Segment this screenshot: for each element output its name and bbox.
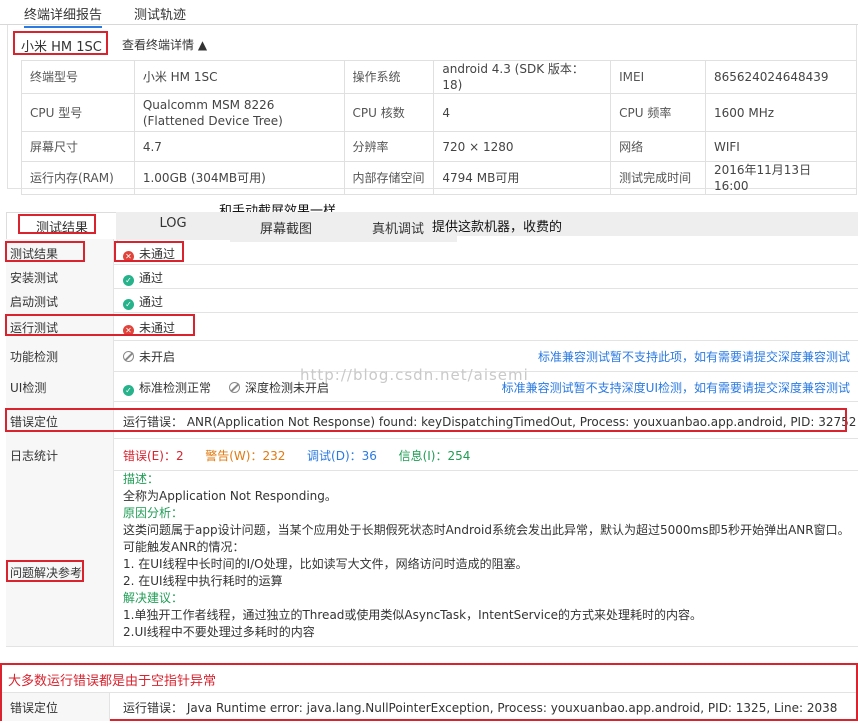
log-debug[interactable]: 调试(D)：36 (307, 449, 377, 463)
spec-key: 测试完成时间 (610, 161, 706, 195)
annotation-highlight (5, 241, 85, 262)
row-label: 功能检测 (6, 340, 114, 371)
watermark: http://blog.csdn.net/aisemi (300, 366, 529, 384)
cause-title: 原因分析： (123, 506, 184, 520)
spec-key: CPU 频率 (610, 93, 706, 132)
device-spec-table: 终端型号 小米 HM 1SC 操作系统 android 4.3 (SDK 版本：… (21, 60, 858, 195)
spec-key: 内部存储空间 (343, 161, 435, 195)
annotation-null-pointer-note: 大多数运行错误都是由于空指针异常 (8, 674, 217, 689)
status-text: 标准检测正常 (139, 381, 212, 395)
device-name: 小米 HM 1SC (13, 31, 108, 55)
desc-text: 全称为Application Not Responding。 (123, 489, 337, 503)
spec-key: 屏幕尺寸 (21, 131, 135, 162)
tab-log[interactable]: LOG (116, 212, 230, 240)
spec-value: WIFI (704, 131, 858, 162)
spec-value: android 4.3 (SDK 版本：18) (433, 60, 612, 94)
annotation-highlight (6, 560, 84, 582)
spec-row: 运行内存(RAM) 1.00GB (304MB可用) 内部存储空间 4794 M… (21, 161, 858, 195)
spec-value: 1600 MHz (704, 93, 858, 132)
check-icon: ✓ (123, 275, 134, 286)
deep-test-link[interactable]: 标准兼容测试暂不支持此项，如有需要请提交深度兼容测试 (538, 348, 850, 365)
status-text: 通过 (139, 295, 164, 309)
spec-value: 720 × 1280 (433, 131, 612, 162)
cause-text: 这类问题属于app设计问题，当某个应用处于长期假死状态时Android系统会发出… (123, 523, 850, 537)
row-label: 安装测试 (6, 264, 114, 288)
spec-row: 终端型号 小米 HM 1SC 操作系统 android 4.3 (SDK 版本：… (21, 60, 858, 94)
solution-text: 描述： 全称为Application Not Responding。 原因分析：… (123, 471, 851, 641)
spec-row: 屏幕尺寸 4.7 分辨率 720 × 1280 网络 WIFI (21, 131, 858, 162)
row-value: ✓ 通过 (123, 293, 163, 310)
row-label: UI检测 (6, 371, 114, 401)
row-value: ✓ 标准检测正常 深度检测未开启 (123, 379, 329, 396)
annotation-highlight (5, 314, 195, 336)
spec-value: 865624024648439 (704, 60, 858, 94)
row-error-location-2: 错误定位 运行错误： Java Runtime error: java.lang… (2, 692, 856, 721)
spec-key: 网络 (610, 131, 706, 162)
disabled-icon (229, 382, 241, 393)
row-label: 启动测试 (6, 288, 114, 312)
log-info[interactable]: 信息(I)：254 (399, 449, 471, 463)
check-icon: ✓ (123, 299, 134, 310)
spec-key: CPU 型号 (21, 93, 135, 132)
spec-value: 2016年11月13日 16:00 (704, 161, 858, 195)
spec-value: 4.7 (133, 131, 345, 162)
disabled-icon (123, 351, 134, 362)
spec-key: 分辨率 (343, 131, 435, 162)
row-label: 日志统计 (6, 438, 114, 470)
spec-key: 运行内存(RAM) (21, 161, 135, 195)
cause-text: 2. 在UI线程中执行耗时的运算 (123, 574, 283, 588)
advice-text: 1.单独开工作者线程，通过独立的Thread或使用类似AsyncTask，Int… (123, 608, 702, 622)
desc-title: 描述： (123, 472, 160, 486)
tab-screenshot[interactable]: 屏幕截图 (230, 212, 342, 242)
cause-text: 1. 在UI线程中长时间的I/O处理，比如读写大文件，网络访问时造成的阻塞。 (123, 557, 528, 571)
annotation-highlight (18, 214, 96, 234)
spec-key: 操作系统 (343, 60, 435, 94)
advice-text: 2.UI线程中不要处理过多耗时的内容 (123, 625, 315, 639)
row-install-test: 安装测试 ✓ 通过 (6, 264, 858, 289)
row-value: 错误(E)：2 警告(W)：232 调试(D)：36 信息(I)：254 (123, 447, 470, 464)
row-value: 运行错误： Java Runtime error: java.lang.Null… (123, 701, 838, 715)
log-errors[interactable]: 错误(E)：2 (123, 449, 184, 463)
spec-value: 小米 HM 1SC (133, 60, 345, 94)
tab-test-trace[interactable]: 测试轨迹 (134, 4, 186, 23)
spec-row: CPU 型号 Qualcomm MSM 8226 (Flattened Devi… (21, 93, 858, 132)
status-text: 未开启 (139, 350, 176, 364)
spec-key: IMEI (610, 60, 706, 94)
spec-value: 4794 MB可用 (433, 161, 612, 195)
spec-key: CPU 核数 (343, 93, 435, 132)
spec-value: Qualcomm MSM 8226 (Flattened Device Tree… (133, 93, 345, 132)
status-text: 通过 (139, 271, 164, 285)
row-label: 错误定位 (2, 693, 110, 721)
device-details-toggle[interactable]: 查看终端详情 ▲ (122, 36, 207, 53)
advice-title: 解决建议： (123, 591, 184, 605)
row-value: 未开启 (123, 348, 175, 365)
spec-key: 终端型号 (21, 60, 135, 94)
cause-text: 可能触发ANR的情况： (123, 540, 245, 554)
top-tab-bar: 终端详细报告 测试轨迹 (0, 0, 858, 28)
log-warnings[interactable]: 警告(W)：232 (205, 449, 285, 463)
spec-value: 1.00GB (304MB可用) (133, 161, 345, 195)
check-icon: ✓ (123, 385, 134, 396)
spec-value: 4 (433, 93, 612, 132)
row-value: ✓ 通过 (123, 269, 163, 286)
row-solution-reference: 问题解决参考 描述： 全称为Application Not Responding… (6, 470, 858, 647)
annotation-highlight (114, 241, 184, 262)
annotation-real-device-note: 提供这款机器，收费的 (432, 220, 563, 235)
row-label: 问题解决参考 (6, 470, 114, 646)
row-log-stats: 日志统计 错误(E)：2 警告(W)：232 调试(D)：36 信息(I)：25… (6, 438, 858, 471)
annotation-highlight (5, 408, 847, 432)
deep-test-link[interactable]: 标准兼容测试暂不支持深度UI检测，如有需要请提交深度兼容测试 (502, 379, 850, 396)
row-launch-test: 启动测试 ✓ 通过 (6, 288, 858, 313)
